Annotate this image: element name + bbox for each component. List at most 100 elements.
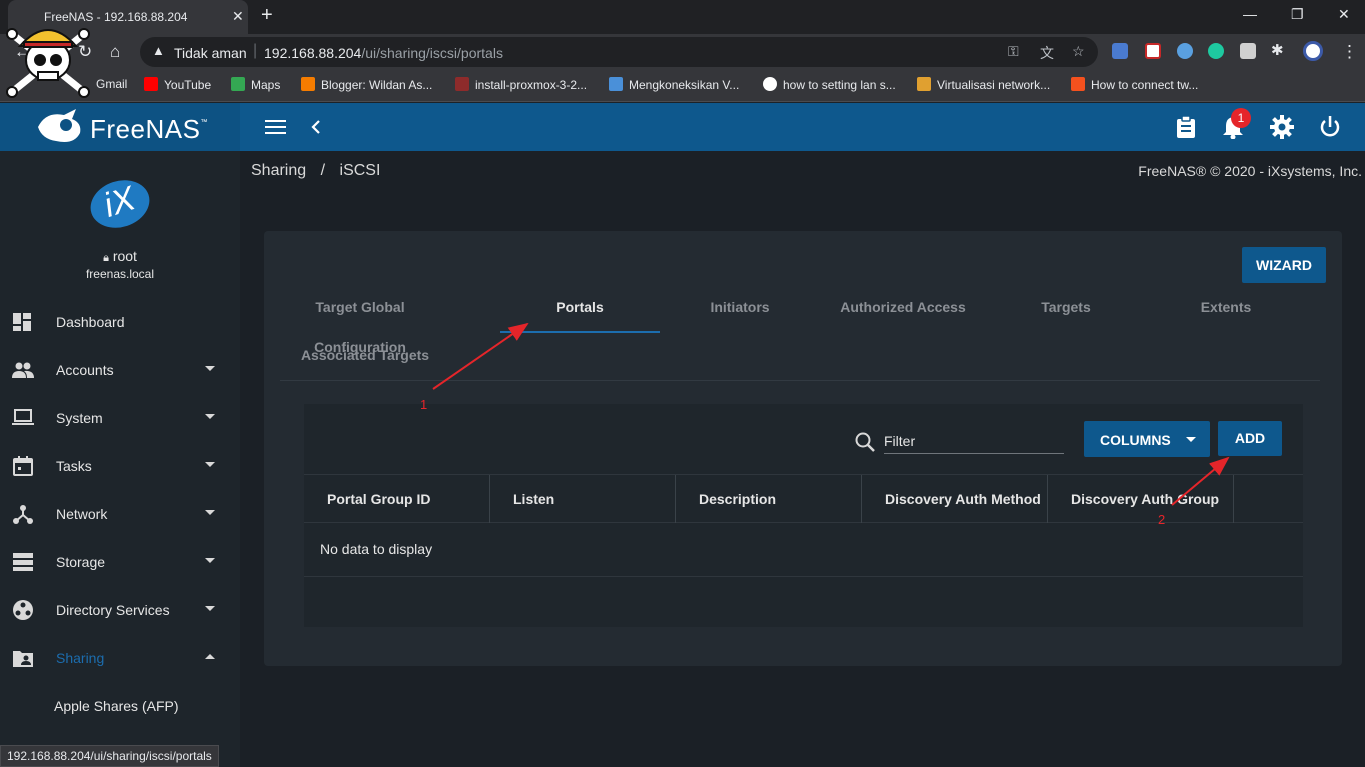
extension-plane-icon[interactable] <box>1177 43 1193 59</box>
tab-target-global-configuration[interactable]: Target Global Configuration <box>280 287 440 355</box>
sidebar-item-storage[interactable]: Storage <box>0 540 240 584</box>
browser-menu-icon[interactable]: ⋮ <box>1341 42 1358 62</box>
new-tab-button[interactable]: + <box>261 4 273 27</box>
bookmark-label: Mengkoneksikan V... <box>629 78 740 92</box>
sidebar-subitem-afp[interactable]: Apple Shares (AFP) <box>54 698 179 714</box>
tab-initiators[interactable]: Initiators <box>660 287 820 333</box>
extensions-puzzle-icon[interactable]: ✱ <box>1271 41 1284 59</box>
site-icon <box>917 77 931 91</box>
table-header: Portal Group ID Listen Description Disco… <box>304 474 1303 523</box>
clipboard-icon[interactable] <box>1175 115 1197 139</box>
sidebar-item-dashboard[interactable]: Dashboard <box>0 300 240 344</box>
table-row: No data to display <box>304 523 1303 577</box>
google-icon <box>763 77 777 91</box>
column-discovery-auth-group[interactable]: Discovery Auth Group <box>1048 475 1234 523</box>
bookmark-label: Blogger: Wildan As... <box>321 78 433 92</box>
star-icon[interactable]: ☆ <box>1072 43 1085 60</box>
extension-pocket-icon[interactable] <box>1145 43 1161 59</box>
filter-input[interactable] <box>884 428 1064 454</box>
wizard-button[interactable]: WIZARD <box>1242 247 1326 283</box>
bookmark-label: YouTube <box>164 78 212 92</box>
address-bar[interactable]: ▲ Tidak aman | 192.168.88.204/ui/sharing… <box>140 37 1098 67</box>
blogger-icon <box>301 77 315 91</box>
bookmark-connect[interactable]: How to connect tw... <box>1071 77 1198 92</box>
youtube-icon <box>144 77 158 91</box>
tab-authorized-access[interactable]: Authorized Access <box>823 287 983 333</box>
extension-screenshot-icon[interactable] <box>1240 43 1256 59</box>
user-host: freenas.local <box>85 267 155 281</box>
directory-services-icon <box>13 600 33 620</box>
main-content: Sharing / iSCSI FreeNAS® © 2020 - iXsyst… <box>240 151 1365 767</box>
sidebar-item-label: Sharing <box>56 650 105 666</box>
annotation-number-2: 2 <box>1158 512 1166 527</box>
bookmark-proxmox[interactable]: install-proxmox-3-2... <box>455 77 587 92</box>
minimize-icon[interactable]: — <box>1243 6 1257 22</box>
sidebar-item-sharing[interactable]: Sharing <box>0 636 240 680</box>
breadcrumb-sharing[interactable]: Sharing <box>251 162 306 179</box>
bookmark-mengkoneksikan[interactable]: Mengkoneksikan V... <box>609 77 739 92</box>
home-icon[interactable]: ⌂ <box>110 42 120 62</box>
security-label: Tidak aman <box>174 45 247 61</box>
user-name: 🔒︎ root <box>0 248 240 265</box>
chevron-up-icon <box>205 654 215 659</box>
logo-text: FreeNAS™ <box>90 114 208 145</box>
chevron-down-icon <box>205 414 215 419</box>
sidebar-item-network[interactable]: Network <box>0 492 240 536</box>
restore-icon[interactable]: ❐ <box>1291 6 1304 23</box>
copyright: FreeNAS® © 2020 - iXsystems, Inc. <box>1138 163 1362 179</box>
browser-toolbar: ← ↻ ⌂ ▲ Tidak aman | 192.168.88.204/ui/s… <box>0 34 1365 70</box>
sidebar-item-label: Tasks <box>56 458 92 474</box>
ix-logo: iX <box>84 172 156 236</box>
sidebar-item-tasks[interactable]: Tasks <box>0 444 240 488</box>
chevron-down-icon <box>205 558 215 563</box>
power-icon[interactable] <box>1319 115 1341 139</box>
table-toolbar: COLUMNS ADD <box>304 404 1303 474</box>
browser-tabstrip: FreeNAS - 192.168.88.204 ✕ + — ❐ ✕ <box>0 0 1365 34</box>
sidebar-item-label: Accounts <box>56 362 114 378</box>
calendar-icon <box>13 456 33 476</box>
columns-button[interactable]: COLUMNS <box>1084 421 1210 457</box>
close-window-icon[interactable]: ✕ <box>1338 6 1350 23</box>
chevron-left-icon[interactable] <box>310 119 322 135</box>
bookmark-youtube[interactable]: YouTube <box>144 77 211 92</box>
column-listen[interactable]: Listen <box>490 475 676 523</box>
tab-associated-targets[interactable]: Associated Targets <box>285 335 445 381</box>
bookmark-blogger[interactable]: Blogger: Wildan As... <box>301 77 432 92</box>
bookmark-lan-setting[interactable]: how to setting lan s... <box>763 77 896 92</box>
iscsi-tabs: Target Global Configuration Portals Init… <box>280 287 1320 381</box>
freenas-logo[interactable]: FreeNAS™ <box>0 103 240 151</box>
add-button[interactable]: ADD <box>1218 421 1282 456</box>
key-icon[interactable]: ⚿ <box>1008 43 1019 60</box>
column-discovery-auth-method[interactable]: Discovery Auth Method <box>862 475 1048 523</box>
chevron-down-icon <box>205 510 215 515</box>
tab-extents[interactable]: Extents <box>1146 287 1306 333</box>
extension-translate-icon[interactable] <box>1112 43 1128 59</box>
storage-icon <box>13 553 33 571</box>
bookmark-virtualisasi[interactable]: Virtualisasi network... <box>917 77 1050 92</box>
column-description[interactable]: Description <box>676 475 862 523</box>
close-tab-icon[interactable]: ✕ <box>232 8 244 25</box>
sidebar-item-system[interactable]: System <box>0 396 240 440</box>
translate-icon[interactable]: 文 <box>1040 43 1054 63</box>
sidebar-item-label: Storage <box>56 554 106 570</box>
sidebar-item-directory-services[interactable]: Directory Services <box>0 588 240 632</box>
tab-targets[interactable]: Targets <box>986 287 1146 333</box>
laptop-icon <box>12 409 34 425</box>
bookmark-gmail[interactable]: Gmail <box>96 77 127 91</box>
bookmarks-bar: Gmail YouTube Maps Blogger: Wildan As...… <box>0 70 1365 102</box>
hamburger-menu-icon[interactable] <box>265 119 287 135</box>
profile-avatar[interactable] <box>1303 41 1323 61</box>
column-portal-group-id[interactable]: Portal Group ID <box>304 475 490 523</box>
chevron-down-icon <box>205 366 215 371</box>
tab-portals[interactable]: Portals <box>500 287 660 333</box>
folder-shared-icon <box>13 651 33 667</box>
url-host: 192.168.88.204 <box>264 45 362 61</box>
bookmark-maps[interactable]: Maps <box>231 77 280 92</box>
sidebar-item-accounts[interactable]: Accounts <box>0 348 240 392</box>
site-icon <box>1071 77 1085 91</box>
freenas-fish-icon <box>38 109 81 142</box>
gear-icon[interactable] <box>1270 115 1294 139</box>
empty-message: No data to display <box>320 541 433 557</box>
proxmox-icon <box>455 77 469 91</box>
extension-m-icon[interactable] <box>1208 43 1224 59</box>
